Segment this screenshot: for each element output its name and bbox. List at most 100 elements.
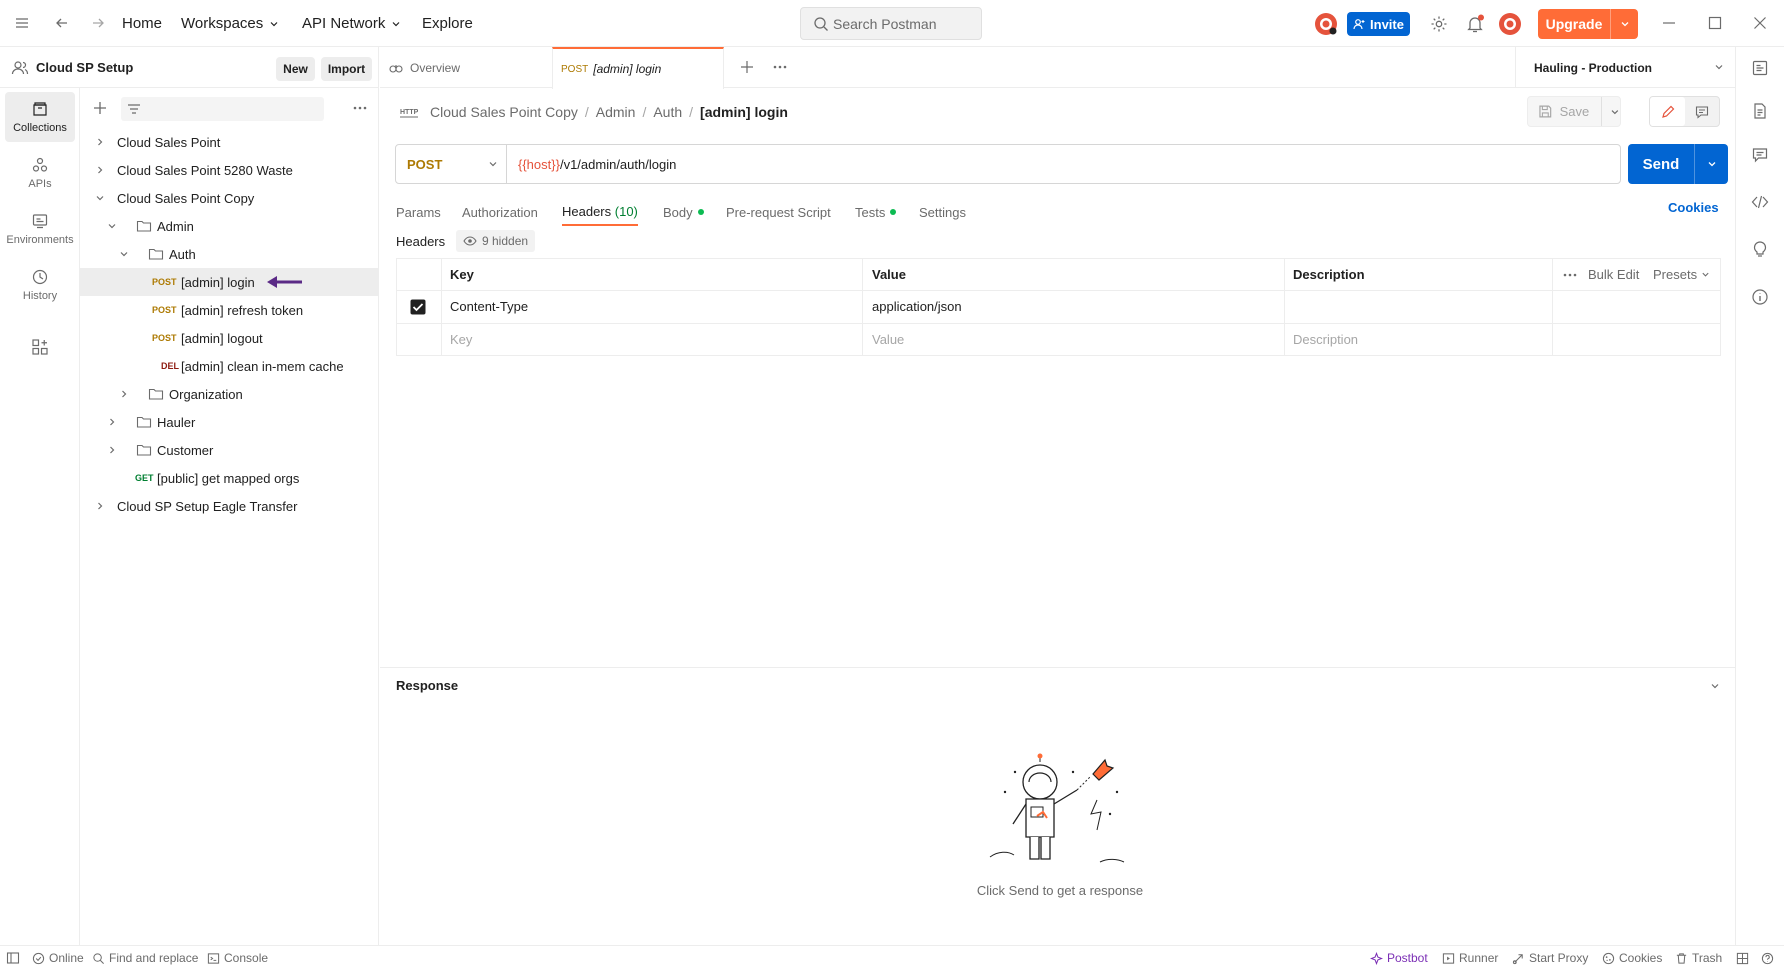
tree-item-request-selected[interactable]: POST [admin] login <box>80 268 379 296</box>
new-header-value-input[interactable]: Value <box>872 323 904 355</box>
minimize-window-icon[interactable] <box>1661 15 1677 31</box>
tab-body[interactable]: Body <box>663 198 704 226</box>
tab-request-active[interactable]: POST [admin] login <box>552 47 724 89</box>
console-button[interactable]: Console <box>207 946 268 970</box>
new-header-description-input[interactable]: Description <box>1293 323 1358 355</box>
breadcrumb-current[interactable]: [admin] login <box>700 104 788 120</box>
import-button[interactable]: Import <box>321 57 372 81</box>
layout-toggle-icon[interactable] <box>1736 946 1749 970</box>
start-proxy-button[interactable]: Start Proxy <box>1512 946 1588 970</box>
send-button[interactable]: Send <box>1628 144 1728 184</box>
team-avatar-icon[interactable] <box>1314 12 1338 36</box>
tree-item-folder[interactable]: Hauler <box>80 408 379 436</box>
breadcrumb-item[interactable]: Cloud Sales Point Copy <box>430 104 578 120</box>
cookies-status-button[interactable]: Cookies <box>1602 946 1662 970</box>
runner-button[interactable]: Runner <box>1442 946 1498 970</box>
chevron-down-icon[interactable] <box>1695 159 1728 169</box>
nav-home[interactable]: Home <box>122 0 162 47</box>
collections-filter-input[interactable] <box>121 97 324 121</box>
new-tab-plus-icon[interactable] <box>739 59 755 75</box>
edit-mode-button[interactable] <box>1650 97 1685 126</box>
breadcrumb-item[interactable]: Auth <box>653 104 682 120</box>
chevron-down-icon[interactable] <box>95 193 105 203</box>
lightbulb-icon[interactable] <box>1751 240 1769 258</box>
header-value-cell[interactable]: application/json <box>872 290 962 323</box>
environment-quick-look-icon[interactable] <box>1751 59 1769 77</box>
environment-selector[interactable]: Hauling - Production <box>1515 47 1735 88</box>
tab-headers[interactable]: Headers (10) <box>562 198 638 226</box>
more-options-icon[interactable] <box>352 100 368 116</box>
forward-arrow-icon[interactable] <box>90 15 106 31</box>
chevron-right-icon[interactable] <box>95 501 105 511</box>
close-window-icon[interactable] <box>1752 15 1768 31</box>
add-collection-icon[interactable] <box>92 100 108 116</box>
tree-item-collection[interactable]: Cloud SP Setup Eagle Transfer <box>80 492 379 520</box>
url-input[interactable]: {{host}}/v1/admin/auth/login <box>507 157 676 172</box>
documentation-icon[interactable] <box>1751 102 1769 120</box>
upgrade-button[interactable]: Upgrade <box>1538 9 1638 39</box>
chevron-down-icon[interactable] <box>119 249 129 259</box>
save-button[interactable]: Save <box>1527 96 1621 127</box>
trash-button[interactable]: Trash <box>1675 946 1722 970</box>
nav-api-network[interactable]: API Network <box>302 0 401 47</box>
find-and-replace-button[interactable]: Find and replace <box>92 946 198 970</box>
tree-item-collection[interactable]: Cloud Sales Point Copy <box>80 184 379 212</box>
header-enabled-checkbox[interactable] <box>410 290 426 323</box>
chevron-down-icon[interactable] <box>107 221 117 231</box>
tree-item-folder[interactable]: Auth <box>80 240 379 268</box>
chevron-down-icon[interactable] <box>1611 19 1638 29</box>
new-header-key-input[interactable]: Key <box>450 323 472 355</box>
nav-explore[interactable]: Explore <box>422 0 473 47</box>
back-arrow-icon[interactable] <box>54 15 70 31</box>
cookies-link[interactable]: Cookies <box>1668 200 1719 215</box>
chevron-right-icon[interactable] <box>95 165 105 175</box>
tree-item-request[interactable]: POST [admin] logout <box>80 324 379 352</box>
workspace-name[interactable]: Cloud SP Setup <box>36 60 133 75</box>
presets-dropdown[interactable]: Presets <box>1653 259 1710 290</box>
sidebar-item-collections[interactable]: Collections <box>5 92 75 142</box>
code-snippet-icon[interactable] <box>1751 193 1769 211</box>
chevron-down-icon[interactable] <box>1610 107 1620 117</box>
tab-overview[interactable]: Overview <box>388 47 553 88</box>
tree-item-folder[interactable]: Admin <box>80 212 379 240</box>
settings-gear-icon[interactable] <box>1430 15 1448 33</box>
more-actions-icon[interactable] <box>1562 259 1578 290</box>
method-select[interactable]: POST <box>396 145 507 183</box>
tab-settings[interactable]: Settings <box>919 198 966 226</box>
tree-item-request[interactable]: DEL [admin] clean in-mem cache <box>80 352 379 380</box>
help-icon[interactable] <box>1761 946 1774 970</box>
notification-bell-icon[interactable] <box>1465 14 1485 34</box>
header-description-cell[interactable] <box>1293 290 1713 323</box>
search-input[interactable]: Search Postman <box>800 7 982 40</box>
comments-icon[interactable] <box>1751 146 1769 164</box>
tree-item-folder[interactable]: Organization <box>80 380 379 408</box>
configure-workbench-icon[interactable] <box>31 338 49 356</box>
tree-item-request[interactable]: POST [admin] refresh token <box>80 296 379 324</box>
bulk-edit-button[interactable]: Bulk Edit <box>1588 259 1639 290</box>
hidden-headers-toggle[interactable]: 9 hidden <box>456 230 536 252</box>
new-button[interactable]: New <box>276 57 315 81</box>
header-key-cell[interactable]: Content-Type <box>450 290 528 323</box>
chevron-right-icon[interactable] <box>119 389 129 399</box>
breadcrumb-item[interactable]: Admin <box>596 104 636 120</box>
sidebar-item-apis[interactable]: APIs <box>5 148 75 198</box>
tab-params[interactable]: Params <box>396 198 441 226</box>
response-panel-header[interactable]: Response <box>380 667 1735 703</box>
comment-mode-button[interactable] <box>1685 97 1719 126</box>
tree-item-collection[interactable]: Cloud Sales Point <box>80 128 379 156</box>
tab-authorization[interactable]: Authorization <box>462 198 538 226</box>
sidebar-item-environments[interactable]: Environments <box>5 204 75 254</box>
tree-item-collection[interactable]: Cloud Sales Point 5280 Waste <box>80 156 379 184</box>
more-tabs-icon[interactable] <box>772 59 788 75</box>
user-avatar-icon[interactable] <box>1498 12 1522 36</box>
tab-pre-request-script[interactable]: Pre-request Script <box>726 198 831 226</box>
nav-workspaces[interactable]: Workspaces <box>181 0 279 47</box>
chevron-right-icon[interactable] <box>95 137 105 147</box>
sidebar-item-history[interactable]: History <box>5 260 75 310</box>
tree-item-folder[interactable]: Customer <box>80 436 379 464</box>
toggle-sidebar-icon[interactable] <box>6 946 20 970</box>
maximize-window-icon[interactable] <box>1707 15 1723 31</box>
invite-button[interactable]: Invite <box>1347 12 1410 36</box>
tree-item-request[interactable]: GET [public] get mapped orgs <box>80 464 379 492</box>
info-icon[interactable] <box>1751 288 1769 306</box>
